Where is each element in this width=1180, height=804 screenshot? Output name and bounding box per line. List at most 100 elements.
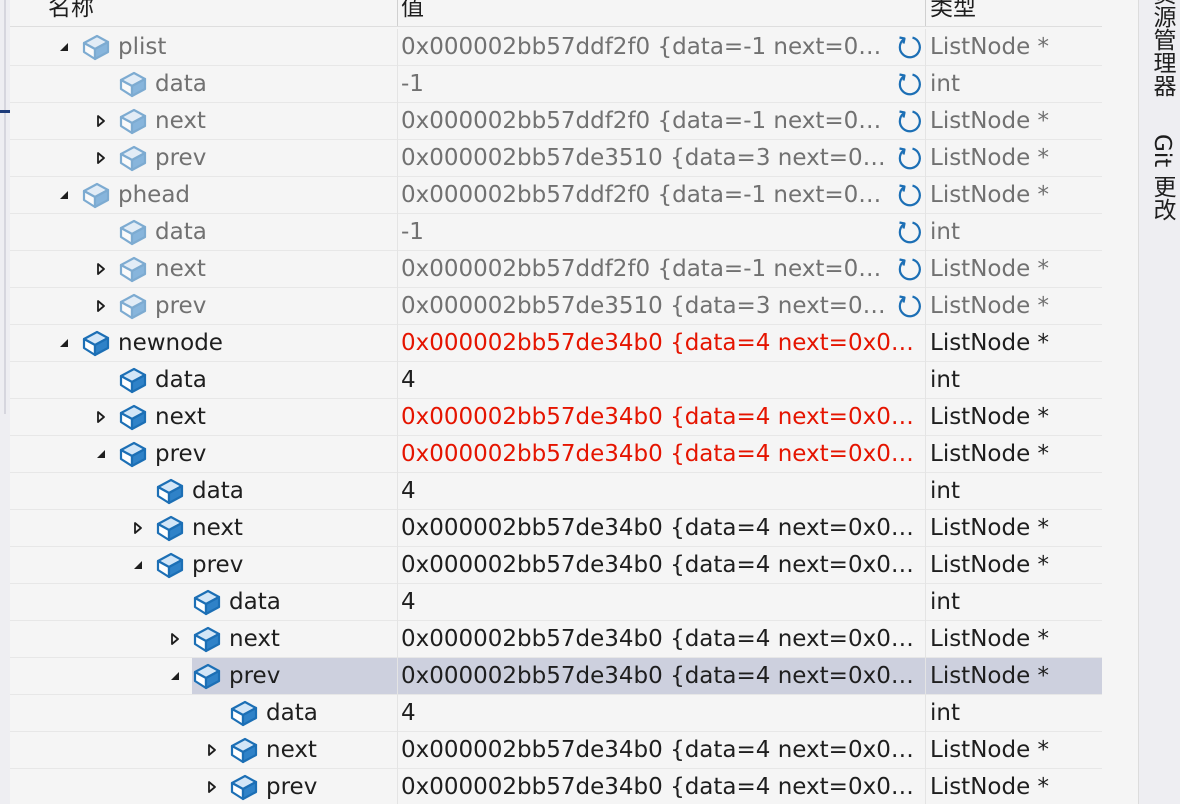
variable-value[interactable]: 0x000002bb57de34b0 {data=4 next=0x000... (401, 325, 921, 361)
column-resizer-name[interactable] (397, 0, 398, 26)
tree-row-next[interactable]: next 0x000002bb57de34b0 {data=4 next=0x00… (10, 621, 1102, 658)
column-header-value[interactable]: 值 (401, 0, 424, 26)
variable-value[interactable]: 0x000002bb57de34b0 {data=4 next=0x000... (401, 547, 921, 583)
refresh-icon[interactable] (895, 33, 923, 61)
variable-type: ListNode * (930, 404, 1050, 430)
expand-arrow-icon[interactable] (93, 251, 109, 287)
variable-value[interactable]: 0x000002bb57de34b0 {data=4 next=0x000... (401, 399, 921, 435)
tree-row-data[interactable]: data 4 int (10, 473, 1102, 510)
variable-value[interactable]: 0x000002bb57de34b0 {data=4 next=0x000... (401, 658, 921, 694)
tree-row-next[interactable]: next 0x000002bb57ddf2f0 {data=-1 next=0x0… (10, 251, 1102, 288)
tree-row-data[interactable]: data 4 int (10, 584, 1102, 621)
tree-row-next[interactable]: next 0x000002bb57ddf2f0 {data=-1 next=0x0… (10, 103, 1102, 140)
variable-value[interactable]: 4 (401, 362, 921, 398)
side-tab-git-changes[interactable]: Git 更改 (1145, 134, 1179, 221)
variable-value[interactable]: 0x000002bb57ddf2f0 {data=-1 next=0x0... (401, 177, 887, 213)
field-icon (118, 440, 148, 468)
column-divider (925, 399, 926, 436)
variable-type: ListNode * (930, 552, 1050, 578)
expand-arrow-icon[interactable] (93, 288, 109, 324)
left-scrollbar[interactable] (4, 0, 6, 414)
tree-row-next[interactable]: next 0x000002bb57de34b0 {data=4 next=0x00… (10, 399, 1102, 436)
column-resizer-value[interactable] (925, 0, 926, 26)
variable-value[interactable]: -1 (401, 66, 887, 102)
variable-value[interactable]: 0x000002bb57de34b0 {data=4 next=0x000... (401, 769, 921, 804)
variable-value[interactable]: 0x000002bb57ddf2f0 {data=-1 next=0x0... (401, 251, 887, 287)
variable-type: ListNode * (930, 182, 1050, 208)
variable-value[interactable]: 4 (401, 473, 921, 509)
tree-row-plist[interactable]: plist 0x000002bb57ddf2f0 {data=-1 next=0x… (10, 29, 1102, 66)
variable-value[interactable]: 4 (401, 584, 921, 620)
side-tab-solution-explorer[interactable]: 资源管理器 (1145, 0, 1179, 97)
column-divider (925, 732, 926, 769)
refresh-icon[interactable] (895, 255, 923, 283)
expand-arrow-icon[interactable] (93, 399, 109, 435)
variable-type: ListNode * (930, 330, 1050, 356)
tree-row-prev[interactable]: prev 0x000002bb57de3510 {data=3 next=0x0.… (10, 288, 1102, 325)
name-cell: data (44, 584, 397, 620)
variable-value[interactable]: 0x000002bb57ddf2f0 {data=-1 next=0x0... (401, 29, 887, 65)
variable-value[interactable]: 4 (401, 695, 921, 731)
tree-row-data[interactable]: data 4 int (10, 362, 1102, 399)
field-icon (118, 107, 148, 135)
variable-type: int (930, 71, 960, 97)
variable-value[interactable]: 0x000002bb57de34b0 {data=4 next=0x000... (401, 732, 921, 768)
expand-arrow-icon[interactable] (93, 103, 109, 139)
column-divider (925, 769, 926, 804)
variable-value[interactable]: 0x000002bb57de34b0 {data=4 next=0x000... (401, 436, 921, 472)
variable-type: ListNode * (930, 108, 1050, 134)
tree-row-prev[interactable]: prev 0x000002bb57de34b0 {data=4 next=0x00… (10, 658, 1102, 695)
left-panel-marker (0, 110, 10, 113)
expand-arrow-icon[interactable] (204, 769, 220, 804)
tree-row-prev[interactable]: prev 0x000002bb57de34b0 {data=4 next=0x00… (10, 436, 1102, 473)
tree-row-prev[interactable]: prev 0x000002bb57de34b0 {data=4 next=0x00… (10, 769, 1102, 804)
expand-arrow-icon[interactable] (204, 732, 220, 768)
column-divider (925, 362, 926, 399)
collapse-arrow-icon[interactable] (167, 658, 183, 694)
field-icon (81, 33, 111, 61)
column-header-type[interactable]: 类型 (930, 0, 976, 26)
tree-row-prev[interactable]: prev 0x000002bb57de3510 {data=3 next=0x0.… (10, 140, 1102, 177)
column-divider (397, 695, 398, 732)
expand-arrow-icon[interactable] (167, 621, 183, 657)
collapse-arrow-icon[interactable] (56, 177, 72, 213)
refresh-icon[interactable] (895, 218, 923, 246)
tree-row-newnode[interactable]: newnode 0x000002bb57de34b0 {data=4 next=0… (10, 325, 1102, 362)
collapse-arrow-icon[interactable] (56, 325, 72, 361)
variable-value[interactable]: 0x000002bb57de34b0 {data=4 next=0x000... (401, 510, 921, 546)
variable-value[interactable]: 0x000002bb57de34b0 {data=4 next=0x000... (401, 621, 921, 657)
variable-value[interactable]: -1 (401, 214, 887, 250)
column-header-name[interactable]: 名称 (48, 0, 94, 26)
column-divider (397, 732, 398, 769)
variable-name: next (266, 737, 317, 763)
collapse-arrow-icon[interactable] (56, 29, 72, 65)
collapse-arrow-icon[interactable] (93, 436, 109, 472)
refresh-icon[interactable] (895, 144, 923, 172)
expand-arrow-icon[interactable] (93, 140, 109, 176)
refresh-icon[interactable] (895, 292, 923, 320)
watch-window: 名称 值 类型 plist 0x000002bb57ddf2f0 {data=-1… (10, 0, 1102, 804)
variable-name: data (192, 478, 244, 504)
name-cell: next (44, 732, 397, 768)
column-divider (925, 288, 926, 325)
refresh-icon[interactable] (895, 107, 923, 135)
collapse-arrow-icon[interactable] (130, 547, 146, 583)
refresh-icon[interactable] (895, 181, 923, 209)
field-icon (192, 625, 222, 653)
tree-row-phead[interactable]: phead 0x000002bb57ddf2f0 {data=-1 next=0x… (10, 177, 1102, 214)
field-icon (155, 514, 185, 542)
tree-row-prev[interactable]: prev 0x000002bb57de34b0 {data=4 next=0x00… (10, 547, 1102, 584)
tree-row-data[interactable]: data -1 int (10, 214, 1102, 251)
variable-value[interactable]: 0x000002bb57de3510 {data=3 next=0x0... (401, 288, 887, 324)
tree-row-data[interactable]: data -1 int (10, 66, 1102, 103)
tree-row-data[interactable]: data 4 int (10, 695, 1102, 732)
variable-type: ListNode * (930, 737, 1050, 763)
variable-value[interactable]: 0x000002bb57ddf2f0 {data=-1 next=0x0... (401, 103, 887, 139)
field-icon (155, 477, 185, 505)
variable-value[interactable]: 0x000002bb57de3510 {data=3 next=0x0... (401, 140, 887, 176)
expand-arrow-icon[interactable] (130, 510, 146, 546)
column-divider (397, 658, 398, 695)
refresh-icon[interactable] (895, 70, 923, 98)
tree-row-next[interactable]: next 0x000002bb57de34b0 {data=4 next=0x00… (10, 732, 1102, 769)
tree-row-next[interactable]: next 0x000002bb57de34b0 {data=4 next=0x00… (10, 510, 1102, 547)
